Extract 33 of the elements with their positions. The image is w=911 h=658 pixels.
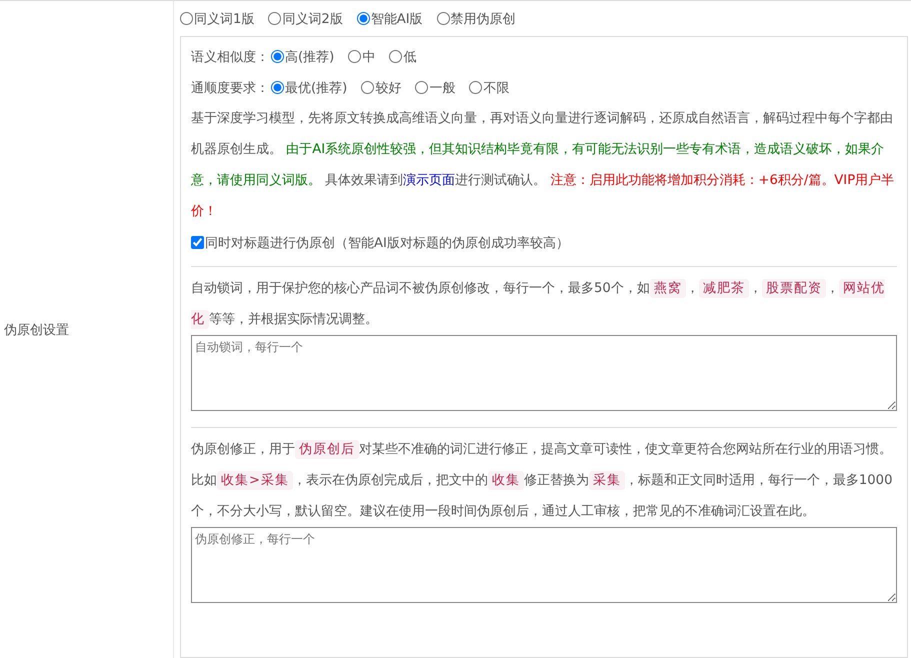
radio-button[interactable] <box>356 12 370 25</box>
option-label[interactable]: 高(推荐) <box>285 48 334 66</box>
checkbox[interactable] <box>191 236 204 249</box>
demo-link[interactable]: 演示页面 <box>403 173 456 188</box>
radio-button[interactable] <box>361 81 374 94</box>
option-label[interactable]: 智能AI版 <box>370 10 423 28</box>
description-text: 伪原创修正，用于 伪原创后 对某些不准确的词汇进行修正，提高文章可读性，使文章更符合您网站所在行业的用语习惯。比如 收集>采集 ，表示在伪原创完成后，把文中的 收集 修正替换为 采集 ，标题和正文同时适用，每行一个，最多1000个，不分大小写，默认留空。建议在使用一段时间伪原创后，通过人工审核，把常见的不准确词汇设置在此。 <box>191 439 894 521</box>
option-label[interactable]: 较好 <box>375 78 402 96</box>
field-label: 伪原创设置 <box>4 322 69 338</box>
input-field[interactable]: 自动锁词，每行一个 <box>191 335 897 411</box>
input-field[interactable]: 伪原创修正，每行一个 <box>191 527 897 603</box>
radio-button[interactable] <box>348 50 362 63</box>
description-text: 自动锁词，用于保护您的核心产品词不被伪原创修改，每行一个，最多50个，如 燕窝 ， 减肥茶 ， 股票配资 ， 网站优化 等等，并根据实际情况调整。 <box>191 278 886 331</box>
option-label[interactable]: 同时对标题进行伪原创（智能AI版对标题的伪原创成功率较高） <box>205 234 569 252</box>
radio-button[interactable] <box>436 12 450 25</box>
option-label[interactable]: 低 <box>403 48 416 66</box>
radio-button[interactable] <box>469 81 482 94</box>
radio-button[interactable] <box>415 81 428 94</box>
setting-label: 通顺度要求： <box>191 80 269 96</box>
option-label[interactable]: 不限 <box>483 78 510 96</box>
radio-button[interactable] <box>268 12 282 25</box>
option-label[interactable]: 中 <box>362 48 376 66</box>
radio-button[interactable] <box>271 50 284 63</box>
option-label[interactable]: 同义词1版 <box>194 10 254 28</box>
radio-button[interactable] <box>271 81 284 94</box>
radio-button[interactable] <box>180 12 193 25</box>
option-label[interactable]: 最优(推荐) <box>285 78 348 96</box>
radio-button[interactable] <box>389 50 402 63</box>
description-text: 基于深度学习模型，先将原文转换成高维语义向量，再对语义向量进行逐词解码，还原成自然语言，解码过程中每个字都由机器原创生成。 由于AI系统原创性较强，但其知识结构毕竟有限，有可能无法识别一些专有术语，造成语义破坏，如果介意，请使用同义词版。 具体效果请到演示页面进行测试确认。 注意：启用此功能将增加积分消耗：+6积分/篇。VIP用户半价！ <box>191 110 896 221</box>
option-label[interactable]: 禁用伪原创 <box>450 10 516 28</box>
option-label[interactable]: 一般 <box>429 78 456 96</box>
option-label[interactable]: 同义词2版 <box>282 10 343 28</box>
setting-label: 语义相似度： <box>191 48 269 66</box>
